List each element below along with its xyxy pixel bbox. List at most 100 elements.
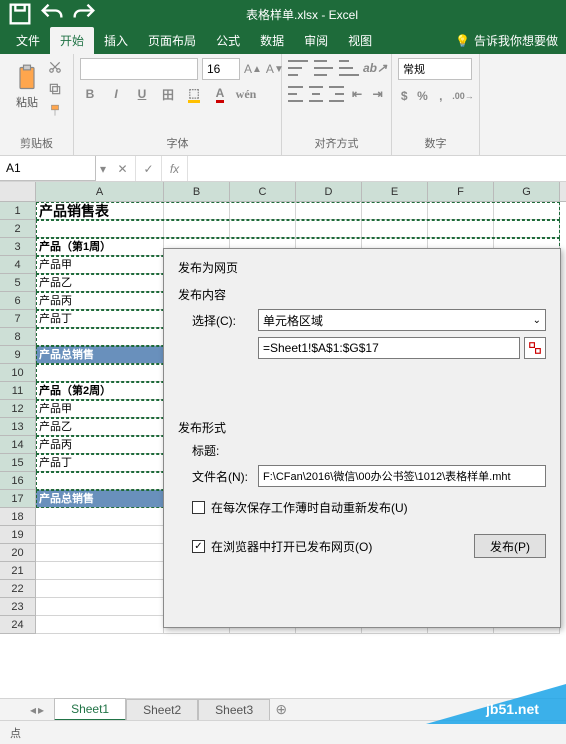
- cell[interactable]: [296, 220, 362, 238]
- filename-input[interactable]: [258, 465, 546, 487]
- tab-formulas[interactable]: 公式: [206, 27, 250, 54]
- tab-nav-next-icon[interactable]: ▸: [38, 703, 44, 717]
- cell[interactable]: [36, 328, 164, 346]
- align-bottom-icon[interactable]: [339, 60, 359, 76]
- copy-icon[interactable]: [46, 80, 64, 98]
- cell[interactable]: [494, 202, 560, 220]
- tell-me[interactable]: 💡 告诉我你想要做: [447, 27, 566, 54]
- tab-review[interactable]: 审阅: [294, 27, 338, 54]
- underline-button[interactable]: U: [132, 84, 152, 104]
- open-in-browser-checkbox[interactable]: ✓ 在浏览器中打开已发布网页(O): [192, 538, 372, 555]
- row-header[interactable]: 4: [0, 256, 36, 274]
- border-icon[interactable]: 田: [158, 84, 178, 104]
- cell[interactable]: 产品丙: [36, 436, 164, 454]
- row-header[interactable]: 20: [0, 544, 36, 562]
- row-header[interactable]: 10: [0, 364, 36, 382]
- row-header[interactable]: 7: [0, 310, 36, 328]
- increase-font-icon[interactable]: A▲: [244, 60, 262, 78]
- tab-file[interactable]: 文件: [6, 27, 50, 54]
- tab-home[interactable]: 开始: [50, 27, 94, 54]
- cell[interactable]: [428, 202, 494, 220]
- col-header[interactable]: G: [494, 182, 560, 201]
- undo-icon[interactable]: [38, 5, 66, 23]
- cell[interactable]: [36, 598, 164, 616]
- row-header[interactable]: 24: [0, 616, 36, 634]
- cell[interactable]: 产品乙: [36, 274, 164, 292]
- cell[interactable]: [494, 220, 560, 238]
- font-size-select[interactable]: [202, 58, 240, 80]
- increase-decimal-icon[interactable]: .00→: [453, 86, 473, 106]
- redo-icon[interactable]: [70, 5, 98, 23]
- tab-view[interactable]: 视图: [338, 27, 382, 54]
- row-header[interactable]: 6: [0, 292, 36, 310]
- format-painter-icon[interactable]: [46, 102, 64, 120]
- row-header[interactable]: 2: [0, 220, 36, 238]
- percent-icon[interactable]: %: [416, 86, 428, 106]
- row-header[interactable]: 5: [0, 274, 36, 292]
- fill-color-icon[interactable]: ⬚: [184, 84, 204, 104]
- row-header[interactable]: 17: [0, 490, 36, 508]
- cell[interactable]: [36, 616, 164, 634]
- col-header[interactable]: C: [230, 182, 296, 201]
- cell[interactable]: [362, 202, 428, 220]
- cancel-icon[interactable]: ✕: [110, 156, 136, 181]
- paste-button[interactable]: 粘贴: [6, 58, 48, 116]
- cell[interactable]: 产品乙: [36, 418, 164, 436]
- cell[interactable]: [36, 508, 164, 526]
- align-center-icon[interactable]: [309, 86, 324, 102]
- range-picker-icon[interactable]: [524, 337, 546, 359]
- cell[interactable]: [230, 202, 296, 220]
- cell[interactable]: [36, 364, 164, 382]
- choose-select[interactable]: 单元格区域 ⌄: [258, 309, 546, 331]
- cell[interactable]: [36, 472, 164, 490]
- row-header[interactable]: 9: [0, 346, 36, 364]
- sheet-tab-2[interactable]: Sheet2: [126, 699, 198, 720]
- col-header[interactable]: D: [296, 182, 362, 201]
- row-header[interactable]: 21: [0, 562, 36, 580]
- tab-insert[interactable]: 插入: [94, 27, 138, 54]
- align-middle-icon[interactable]: [314, 60, 334, 76]
- cell[interactable]: [164, 220, 230, 238]
- font-color-icon[interactable]: A: [210, 84, 230, 104]
- align-right-icon[interactable]: [329, 86, 344, 102]
- cell[interactable]: 产品总销售: [36, 346, 164, 364]
- auto-republish-checkbox[interactable]: 在每次保存工作薄时自动重新发布(U): [192, 499, 546, 516]
- orientation-icon[interactable]: ab↗: [365, 58, 385, 78]
- cell[interactable]: 产品销售表: [36, 202, 164, 220]
- row-header[interactable]: 3: [0, 238, 36, 256]
- cell[interactable]: 产品甲: [36, 400, 164, 418]
- cell[interactable]: 产品甲: [36, 256, 164, 274]
- font-name-select[interactable]: [80, 58, 198, 80]
- enter-icon[interactable]: ✓: [136, 156, 162, 181]
- sheet-tab-1[interactable]: Sheet1: [54, 698, 126, 721]
- cell[interactable]: [36, 580, 164, 598]
- row-header[interactable]: 23: [0, 598, 36, 616]
- publish-button[interactable]: 发布(P): [474, 534, 546, 558]
- cell[interactable]: [164, 202, 230, 220]
- align-left-icon[interactable]: [288, 86, 303, 102]
- col-header[interactable]: A: [36, 182, 164, 201]
- phonetic-icon[interactable]: wén: [236, 84, 256, 104]
- cell[interactable]: [36, 220, 164, 238]
- cell[interactable]: 产品丙: [36, 292, 164, 310]
- align-top-icon[interactable]: [288, 60, 308, 76]
- range-input[interactable]: [258, 337, 520, 359]
- save-icon[interactable]: [6, 5, 34, 23]
- tab-nav-prev-icon[interactable]: ◂: [30, 703, 36, 717]
- currency-icon[interactable]: $: [398, 86, 410, 106]
- col-header[interactable]: B: [164, 182, 230, 201]
- cell[interactable]: [230, 220, 296, 238]
- cell[interactable]: [362, 220, 428, 238]
- cell[interactable]: 产品丁: [36, 454, 164, 472]
- name-box[interactable]: A1: [0, 156, 96, 181]
- fx-icon[interactable]: fx: [162, 156, 188, 181]
- cell[interactable]: [36, 544, 164, 562]
- row-header[interactable]: 16: [0, 472, 36, 490]
- add-sheet-icon[interactable]: ⊕: [270, 701, 292, 718]
- comma-icon[interactable]: ,: [435, 86, 447, 106]
- tab-layout[interactable]: 页面布局: [138, 27, 206, 54]
- decrease-indent-icon[interactable]: ⇤: [350, 84, 365, 104]
- name-box-dropdown-icon[interactable]: ▾: [96, 156, 110, 181]
- cell[interactable]: [428, 220, 494, 238]
- increase-indent-icon[interactable]: ⇥: [370, 84, 385, 104]
